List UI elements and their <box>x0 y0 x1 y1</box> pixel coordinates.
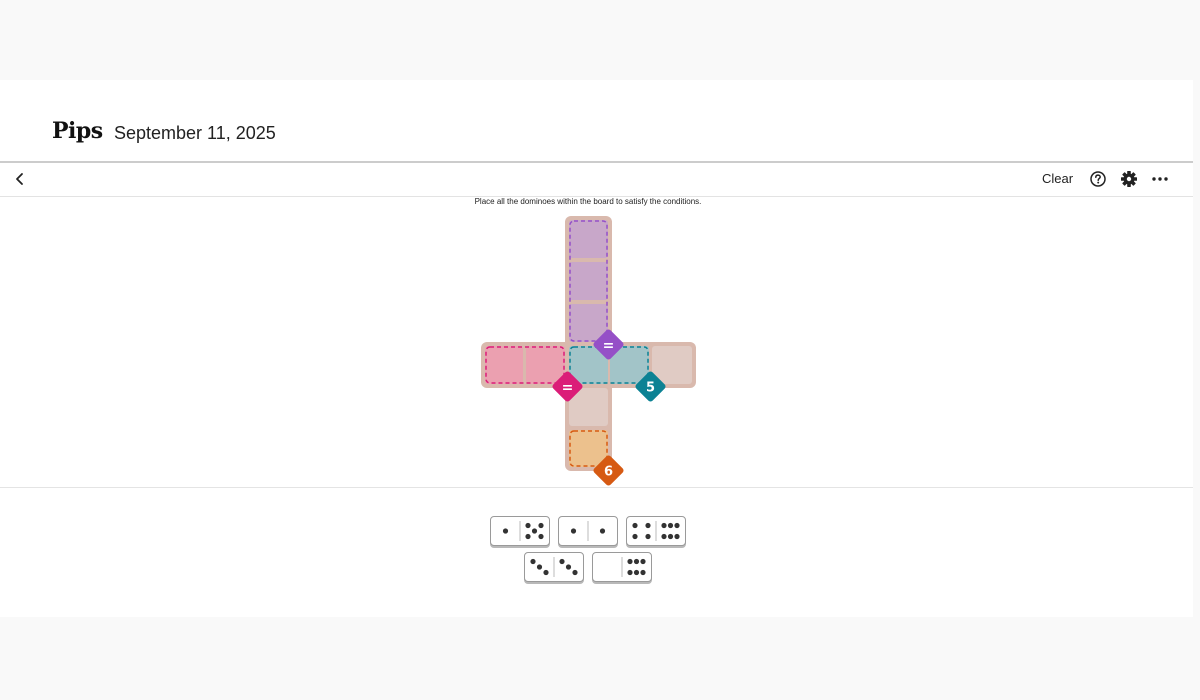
domino-pip <box>525 522 531 529</box>
domino-tile[interactable] <box>490 516 550 546</box>
domino-pip <box>632 522 638 529</box>
domino-pip <box>572 569 578 576</box>
domino-pip <box>502 528 509 534</box>
domino-face <box>621 557 646 577</box>
domino-pip <box>536 564 543 570</box>
condition-label: 6 <box>604 465 613 480</box>
domino-pip <box>627 569 633 576</box>
condition-label: = <box>562 380 574 396</box>
domino-pip <box>645 522 651 529</box>
domino-face <box>502 521 544 541</box>
domino-pip <box>674 522 680 529</box>
domino-pip <box>633 558 640 565</box>
domino-pip <box>565 564 572 570</box>
domino-pip <box>640 569 646 576</box>
domino-pip <box>570 528 577 534</box>
domino-pip <box>531 528 538 534</box>
domino-pip <box>627 558 633 565</box>
domino-tile[interactable] <box>626 516 686 546</box>
domino-tile[interactable] <box>592 552 652 582</box>
board-cell[interactable] <box>569 220 608 258</box>
domino-face <box>570 521 606 541</box>
domino-pip <box>661 533 667 540</box>
domino-face <box>632 521 680 541</box>
game-board: = = 5 6 <box>481 216 696 486</box>
domino-pip <box>632 533 638 540</box>
domino-tile[interactable] <box>524 552 584 582</box>
domino-pip <box>645 533 651 540</box>
domino-pip <box>538 533 544 540</box>
domino-tile[interactable] <box>558 516 618 546</box>
board-cell[interactable] <box>485 346 523 384</box>
domino-face <box>530 557 578 577</box>
board-cell[interactable] <box>526 346 565 384</box>
board-cell[interactable] <box>569 262 608 300</box>
domino-pip <box>538 522 544 529</box>
domino-pip <box>530 558 536 565</box>
domino-pip <box>559 558 565 565</box>
condition-label: 5 <box>646 381 655 396</box>
domino-pip <box>674 533 680 540</box>
domino-pip <box>543 569 549 576</box>
domino-pip <box>525 533 531 540</box>
condition-label: = <box>603 338 615 354</box>
domino-pip <box>599 528 606 534</box>
domino-pip <box>640 558 646 565</box>
domino-pip <box>667 533 674 540</box>
domino-pip <box>667 522 674 529</box>
domino-pip <box>633 569 640 576</box>
domino-pip <box>661 522 667 529</box>
